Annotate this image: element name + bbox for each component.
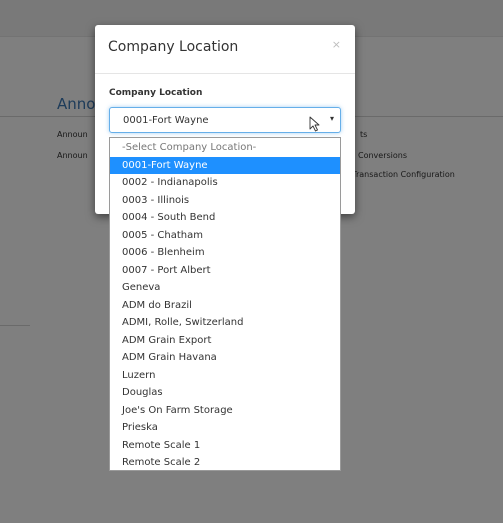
dropdown-option[interactable]: Luzern <box>110 367 340 385</box>
dropdown-option[interactable]: 0001-Fort Wayne <box>110 156 340 174</box>
modal-title: Company Location <box>108 39 239 55</box>
dropdown-option[interactable]: ADM Grain Havana <box>110 349 340 367</box>
chevron-down-icon: ▾ <box>329 114 334 123</box>
dropdown-option[interactable]: 0003 - Illinois <box>110 192 340 210</box>
dropdown-placeholder-option[interactable]: -Select Company Location- <box>110 139 340 157</box>
close-icon[interactable]: × <box>332 38 341 51</box>
dropdown-option[interactable]: ADMI, Rolle, Switzerland <box>110 314 340 332</box>
dropdown-option[interactable]: ADM Grain Export <box>110 332 340 350</box>
company-location-options[interactable]: -Select Company Location- 0001-Fort Wayne… <box>109 137 341 471</box>
dropdown-option[interactable]: Prieska <box>110 419 340 437</box>
dropdown-option[interactable]: 0002 - Indianapolis <box>110 174 340 192</box>
dropdown-option[interactable]: Geneva <box>110 279 340 297</box>
dropdown-option[interactable]: Remote Scale 1 <box>110 437 340 455</box>
dropdown-option[interactable]: ADM do Brazil <box>110 297 340 315</box>
dropdown-option[interactable]: Joe's On Farm Storage <box>110 402 340 420</box>
dropdown-option[interactable]: 0007 - Port Albert <box>110 262 340 280</box>
dropdown-option[interactable]: 0005 - Chatham <box>110 227 340 245</box>
company-location-select[interactable]: 0001-Fort Wayne ▾ <box>109 107 341 133</box>
dropdown-option[interactable]: Remote Scale 2 <box>110 454 340 470</box>
company-location-label: Company Location <box>109 88 203 98</box>
modal-header: Company Location × <box>95 25 355 74</box>
dropdown-option[interactable]: 0006 - Blenheim <box>110 244 340 262</box>
dropdown-option[interactable]: Douglas <box>110 384 340 402</box>
dropdown-option[interactable]: 0004 - South Bend <box>110 209 340 227</box>
select-current-value: 0001-Fort Wayne <box>123 115 209 126</box>
mouse-pointer-icon <box>309 116 320 132</box>
